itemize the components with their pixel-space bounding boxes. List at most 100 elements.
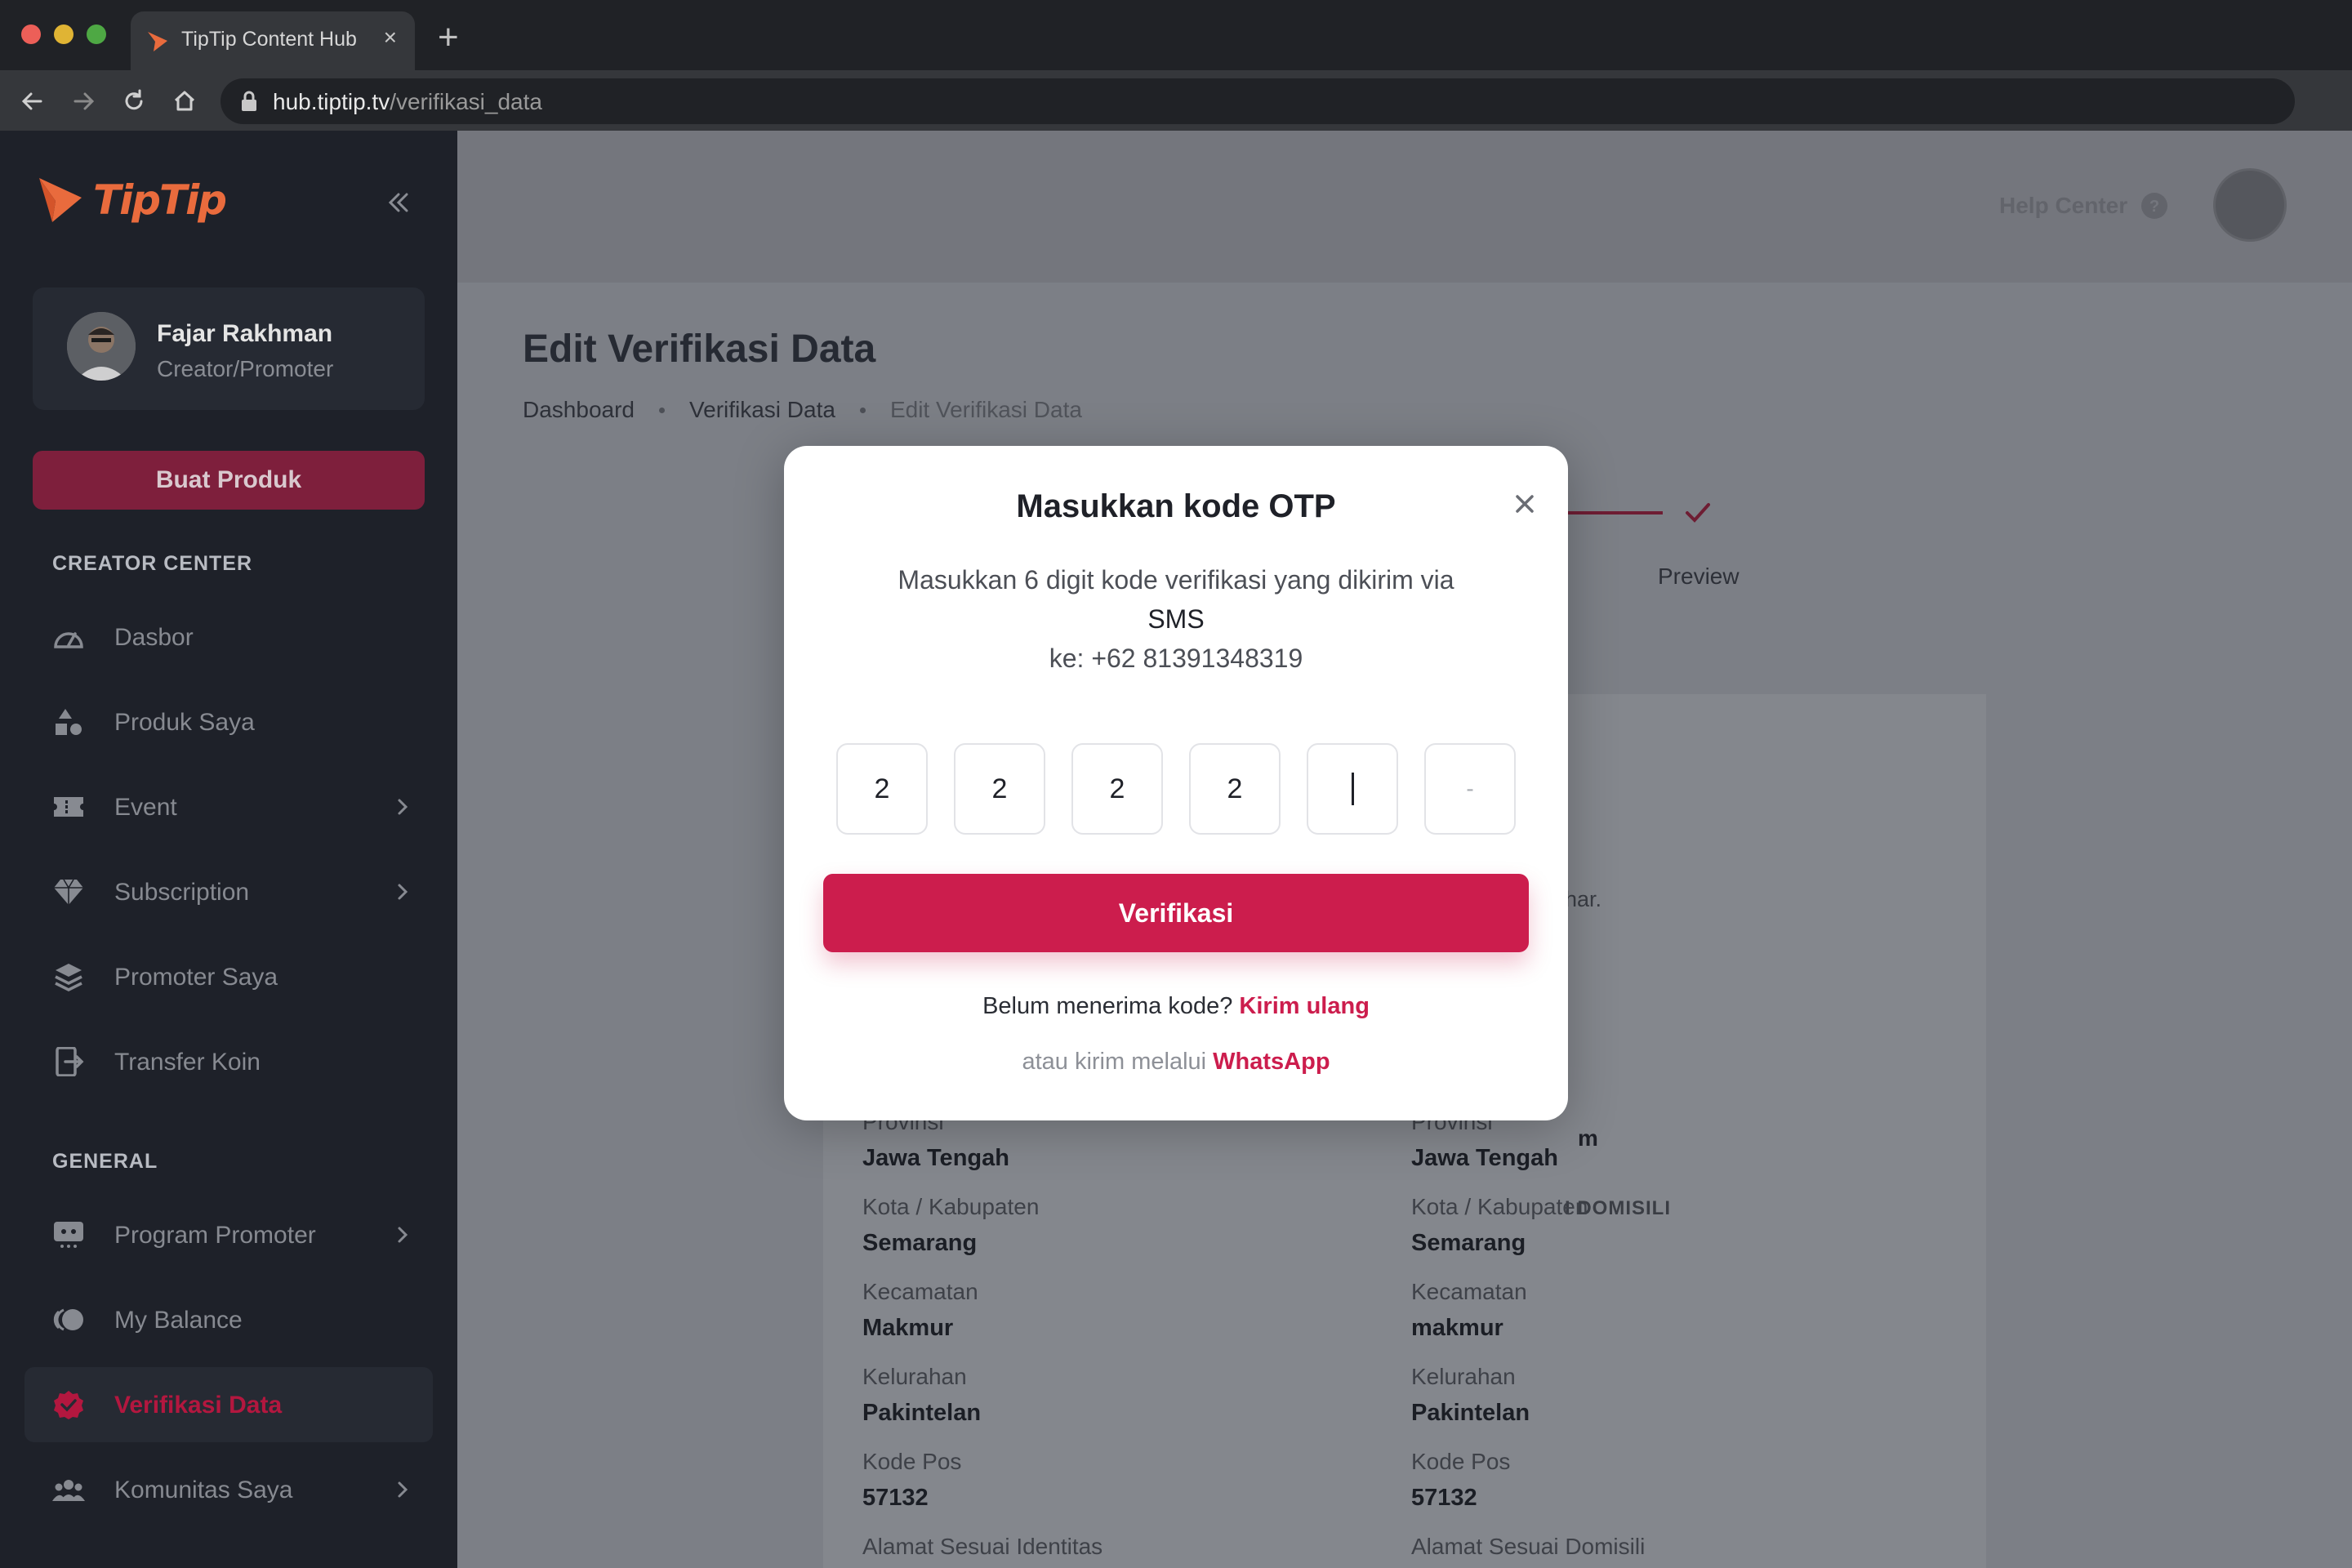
ticket-icon — [54, 797, 83, 817]
shapes-icon — [56, 709, 82, 735]
tiptip-logo-icon — [39, 178, 82, 222]
help-icon[interactable]: ? — [2140, 191, 2169, 220]
sidebar-item-label: My Balance — [114, 1307, 243, 1334]
header-avatar[interactable] — [2213, 168, 2287, 242]
resend-prompt: Belum menerima kode? — [982, 993, 1233, 1019]
modal-description: Masukkan 6 digit kode verifikasi yang di… — [866, 560, 1486, 678]
section-label-general: GENERAL — [52, 1150, 158, 1173]
field-label: Kota / Kabupaten — [1411, 1194, 1588, 1219]
otp-digit-input[interactable]: - — [1424, 743, 1516, 835]
avatar — [67, 312, 136, 381]
sidebar-item-event[interactable]: Event — [24, 769, 433, 844]
section-label-creator-center: CREATOR CENTER — [52, 552, 253, 575]
otp-digit-input[interactable]: 2 — [954, 743, 1045, 835]
field-value: Jawa Tengah — [1411, 1145, 1558, 1171]
chevron-right-icon — [398, 1227, 408, 1243]
sidebar-item-dasbor[interactable]: Dasbor — [24, 599, 433, 675]
field-value: Pakintelan — [862, 1400, 982, 1426]
create-product-button[interactable]: Buat Produk — [33, 451, 425, 510]
browser-toolbar: hub.tiptip.tv/verifikasi_data — [0, 70, 2352, 131]
chevron-right-icon — [398, 799, 408, 815]
otp-input-group: 2 2 2 2 - — [836, 743, 1516, 835]
helper-text-fragment: har. — [1565, 887, 1602, 911]
breadcrumb-separator — [859, 407, 866, 413]
profile-card[interactable]: Fajar Rakhman Creator/Promoter — [33, 287, 425, 410]
sidebar-item-subscription[interactable]: Subscription — [24, 854, 433, 929]
description-channel: SMS — [1147, 604, 1205, 634]
collapse-sidebar-icon[interactable] — [384, 188, 413, 217]
otp-modal: Masukkan kode OTP Masukkan 6 digit kode … — [784, 446, 1568, 1120]
text-caret — [1351, 773, 1354, 805]
otp-digit-input-focused[interactable] — [1307, 743, 1398, 835]
field-label: Kode Pos — [862, 1449, 962, 1474]
layers-icon — [55, 964, 82, 991]
sidebar-item-promoter-saya[interactable]: Promoter Saya — [24, 939, 433, 1014]
brand-logo[interactable]: TipTip — [36, 175, 227, 225]
chevron-right-icon — [398, 1481, 408, 1498]
breadcrumb-dashboard[interactable]: Dashboard — [523, 397, 635, 423]
field-value: makmur — [1411, 1315, 1503, 1341]
breadcrumb-current: Edit Verifikasi Data — [889, 397, 1082, 422]
field-value: Makmur — [862, 1315, 954, 1341]
window-close-button[interactable] — [21, 24, 41, 44]
svg-text:?: ? — [2149, 198, 2159, 216]
sidebar-item-verifikasi-data[interactable]: Verifikasi Data — [24, 1367, 433, 1442]
field-value: Pakintelan — [1411, 1400, 1530, 1426]
back-arrow-icon[interactable] — [16, 85, 49, 118]
reload-icon[interactable] — [118, 85, 150, 118]
new-tab-icon[interactable]: + — [438, 20, 459, 56]
sidebar-item-produk-saya[interactable]: Produk Saya — [24, 684, 433, 760]
otp-digit-input[interactable]: 2 — [836, 743, 928, 835]
gauge-icon — [54, 632, 83, 648]
step-label-preview: Preview — [1658, 564, 1740, 589]
whatsapp-link[interactable]: WhatsApp — [1213, 1049, 1330, 1075]
sidebar-item-komunitas-saya[interactable]: Komunitas Saya — [24, 1452, 433, 1527]
email-value-fragment: m — [1578, 1125, 1598, 1151]
otp-digit-input[interactable]: 2 — [1071, 743, 1163, 835]
field-value: Semarang — [1411, 1230, 1526, 1256]
field-label: Kode Pos — [1411, 1449, 1511, 1474]
sidebar-item-label: Subscription — [114, 879, 250, 906]
top-header: Help Center ? — [457, 131, 2352, 283]
resend-link[interactable]: Kirim ulang — [1239, 993, 1370, 1019]
description-phone: ke: +62 81391348319 — [1049, 644, 1303, 673]
home-icon[interactable] — [168, 85, 201, 118]
sidebar-item-label: Promoter Saya — [114, 964, 278, 991]
window-maximize-button[interactable] — [87, 24, 106, 44]
close-icon[interactable] — [1511, 490, 1539, 518]
diamond-icon — [54, 879, 83, 905]
window-minimize-button[interactable] — [54, 24, 74, 44]
sidebar-item-transfer-koin[interactable]: Transfer Koin — [24, 1024, 433, 1099]
otp-digit-input[interactable]: 2 — [1189, 743, 1281, 835]
tab-title: TipTip Content Hub — [181, 28, 357, 51]
breadcrumb: Dashboard Verifikasi Data Edit Verifikas… — [523, 397, 1082, 423]
field-label: Kelurahan — [1411, 1364, 1516, 1389]
promoter-program-icon — [54, 1222, 83, 1248]
breadcrumb-verifikasi-data[interactable]: Verifikasi Data — [689, 397, 835, 423]
stepper-connector — [1565, 511, 1663, 514]
forward-arrow-icon[interactable] — [67, 85, 100, 118]
resend-line: Belum menerima kode? Kirim ulang — [784, 993, 1568, 1020]
lock-icon — [242, 91, 256, 111]
help-center-link[interactable]: Help Center — [1999, 193, 2127, 219]
community-icon — [52, 1480, 85, 1501]
sidebar-item-label: Program Promoter — [114, 1222, 316, 1249]
sidebar-item-my-balance[interactable]: My Balance — [24, 1282, 433, 1357]
address-bar[interactable]: hub.tiptip.tv/verifikasi_data — [220, 78, 2295, 124]
sidebar: TipTip Fajar Rakhman Creator/Promoter Bu… — [0, 131, 457, 1568]
sidebar-item-program-promoter[interactable]: Program Promoter — [24, 1197, 433, 1272]
field-label: Alamat Sesuai Identitas — [862, 1534, 1103, 1559]
field-label: Kecamatan — [1411, 1279, 1527, 1304]
browser-tab[interactable]: TipTip Content Hub × — [131, 11, 415, 70]
coins-icon — [53, 1308, 83, 1331]
alt-channel-prompt: atau kirim melalui — [1022, 1049, 1207, 1075]
breadcrumb-separator — [658, 407, 665, 413]
sidebar-item-label: Event — [114, 794, 177, 821]
field-value: Jawa Tengah — [862, 1145, 1009, 1171]
page-title: Edit Verifikasi Data — [523, 327, 876, 371]
description-line: Masukkan 6 digit kode verifikasi yang di… — [898, 565, 1454, 595]
tab-close-icon[interactable]: × — [384, 26, 397, 49]
field-label: Kecamatan — [862, 1279, 978, 1304]
whatsapp-line: atau kirim melalui WhatsApp — [784, 1049, 1568, 1076]
verify-button[interactable]: Verifikasi — [823, 874, 1529, 952]
